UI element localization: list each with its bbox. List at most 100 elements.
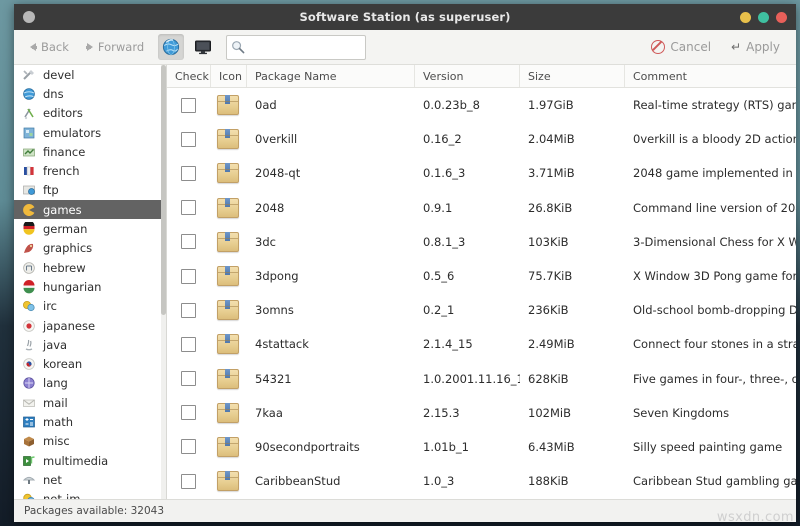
table-row[interactable]: 7kaa 2.15.3 102MiB Seven Kingdoms bbox=[167, 396, 796, 430]
window-menu-icon[interactable] bbox=[23, 11, 35, 23]
package-comment-cell: X Window 3D Pong game for 1 or 2 p bbox=[633, 269, 796, 284]
table-row[interactable]: 3omns 0.2_1 236KiB Old-school bomb-dropping… bbox=[167, 293, 796, 327]
table-row[interactable]: 3dpong 0.5_6 75.7KiB X Window 3D Pong game … bbox=[167, 259, 796, 293]
emulator-icon bbox=[22, 126, 36, 140]
sidebar-item-mail[interactable]: mail bbox=[14, 393, 166, 412]
checkbox[interactable] bbox=[181, 405, 196, 421]
table-row[interactable]: 3dc 0.8.1_3 103KiB 3-Dimensional Chess for … bbox=[167, 225, 796, 259]
column-header-package-name[interactable]: Package Name bbox=[247, 65, 415, 87]
sidebar-item-finance[interactable]: finance bbox=[14, 142, 166, 161]
editor-icon bbox=[22, 106, 36, 120]
sidebar-scrollbar-track[interactable] bbox=[161, 65, 166, 499]
column-header-icon[interactable]: Icon bbox=[211, 65, 247, 87]
sidebar-item-lang[interactable]: lang bbox=[14, 374, 166, 393]
sidebar-item-dns[interactable]: dns bbox=[14, 84, 166, 103]
sidebar-scrollbar-thumb[interactable] bbox=[161, 65, 166, 315]
checkbox[interactable] bbox=[181, 234, 196, 250]
table-row[interactable]: CaribbeanStud 1.0_3 188KiB Caribbean Stud g… bbox=[167, 464, 796, 498]
search-input[interactable] bbox=[245, 39, 362, 55]
checkbox[interactable] bbox=[181, 302, 196, 318]
table-row[interactable]: 0ad 0.0.23b_8 1.97GiB Real-time strategy (R… bbox=[167, 88, 796, 122]
row-checkbox-cell[interactable] bbox=[167, 293, 211, 327]
sidebar-item-devel[interactable]: devel bbox=[14, 65, 166, 84]
row-checkbox-cell[interactable] bbox=[167, 156, 211, 190]
row-checkbox-cell[interactable] bbox=[167, 88, 211, 122]
flag-japan-icon bbox=[22, 319, 36, 333]
irc-icon bbox=[23, 301, 35, 312]
checkbox[interactable] bbox=[181, 200, 196, 216]
multimedia-icon bbox=[22, 454, 36, 468]
checkbox[interactable] bbox=[181, 268, 196, 284]
net-icon bbox=[22, 476, 36, 484]
checkbox[interactable] bbox=[181, 336, 196, 352]
package-box-icon bbox=[217, 266, 239, 287]
sidebar-item-irc[interactable]: irc bbox=[14, 297, 166, 316]
checkbox[interactable] bbox=[181, 439, 196, 455]
sidebar-item-java[interactable]: java bbox=[14, 335, 166, 354]
minimize-button[interactable] bbox=[740, 11, 751, 23]
checkbox[interactable] bbox=[181, 371, 196, 387]
maximize-button[interactable] bbox=[758, 11, 769, 23]
sidebar-item-hungarian[interactable]: hungarian bbox=[14, 277, 166, 296]
monitor-button[interactable] bbox=[190, 34, 216, 60]
checkbox[interactable] bbox=[181, 131, 196, 147]
sidebar-item-korean[interactable]: korean bbox=[14, 354, 166, 373]
sidebar-item-german[interactable]: german bbox=[14, 219, 166, 238]
sidebar-item-multimedia[interactable]: multimedia bbox=[14, 451, 166, 470]
sidebar-item-hebrew[interactable]: hebrew bbox=[14, 258, 166, 277]
sidebar-item-french[interactable]: french bbox=[14, 161, 166, 180]
row-checkbox-cell[interactable] bbox=[167, 225, 211, 259]
row-checkbox-cell[interactable] bbox=[167, 430, 211, 464]
row-checkbox-cell[interactable] bbox=[167, 396, 211, 430]
sidebar-item-label: graphics bbox=[43, 241, 93, 256]
globe-icon bbox=[23, 88, 35, 100]
globe-button[interactable] bbox=[158, 34, 185, 60]
flag-germany-icon bbox=[22, 220, 36, 236]
forward-button[interactable]: Forward bbox=[79, 37, 152, 57]
sidebar-item-misc[interactable]: misc bbox=[14, 432, 166, 451]
checkbox[interactable] bbox=[181, 165, 196, 181]
column-header-size[interactable]: Size bbox=[520, 65, 625, 87]
sidebar-item-math[interactable]: math bbox=[14, 412, 166, 431]
category-sidebar[interactable]: devel dns editors emulators finance french ftp… bbox=[14, 65, 167, 499]
row-checkbox-cell[interactable] bbox=[167, 259, 211, 293]
mail-icon bbox=[23, 399, 35, 407]
sidebar-item-ftp[interactable]: ftp bbox=[14, 181, 166, 200]
close-button[interactable] bbox=[776, 11, 787, 23]
package-comment-cell: Command line version of 2048 bbox=[633, 200, 796, 215]
table-row[interactable]: 4stattack 2.1.4_15 2.49MiB Connect four sto… bbox=[167, 327, 796, 361]
checkbox[interactable] bbox=[181, 473, 196, 489]
sidebar-item-label: math bbox=[43, 414, 74, 429]
sidebar-item-label: mail bbox=[43, 395, 68, 410]
package-comment-cell: 2048 game implemented in QT bbox=[633, 166, 796, 181]
table-header-row: Check Icon Package Name Version Size Com… bbox=[167, 65, 796, 88]
sidebar-item-editors[interactable]: editors bbox=[14, 104, 166, 123]
sidebar-item-net[interactable]: net bbox=[14, 470, 166, 489]
search-box[interactable] bbox=[226, 34, 367, 60]
row-checkbox-cell[interactable] bbox=[167, 327, 211, 361]
row-checkbox-cell[interactable] bbox=[167, 464, 211, 498]
sidebar-item-label: german bbox=[43, 222, 88, 237]
table-row[interactable]: 2048-qt 0.1.6_3 3.71MiB 2048 game implement… bbox=[167, 156, 796, 190]
checkbox[interactable] bbox=[181, 97, 196, 113]
cancel-button[interactable]: Cancel bbox=[643, 37, 719, 57]
table-row[interactable]: 54321 1.0.2001.11.16_15 628KiB Five games i… bbox=[167, 362, 796, 396]
sidebar-item-graphics[interactable]: graphics bbox=[14, 239, 166, 258]
sidebar-item-games[interactable]: games bbox=[14, 200, 166, 220]
apply-button[interactable]: ↵ Apply bbox=[723, 37, 788, 57]
table-row[interactable]: 90secondportraits 1.01b_1 6.43MiB Silly spe… bbox=[167, 430, 796, 464]
column-header-check[interactable]: Check bbox=[167, 65, 211, 87]
row-checkbox-cell[interactable] bbox=[167, 191, 211, 225]
sidebar-item-net-im[interactable]: net-im bbox=[14, 490, 166, 499]
column-header-comment[interactable]: Comment bbox=[625, 65, 796, 87]
sidebar-item-emulators[interactable]: emulators bbox=[14, 123, 166, 142]
column-header-version[interactable]: Version bbox=[415, 65, 520, 87]
table-row[interactable]: 0verkill 0.16_2 2.04MiB 0verkill is a blood… bbox=[167, 122, 796, 156]
back-button[interactable]: Back bbox=[22, 37, 77, 57]
row-checkbox-cell[interactable] bbox=[167, 122, 211, 156]
sidebar-item-japanese[interactable]: japanese bbox=[14, 316, 166, 335]
title-bar[interactable]: Software Station (as superuser) bbox=[14, 4, 796, 30]
row-checkbox-cell[interactable] bbox=[167, 362, 211, 396]
table-row[interactable]: 2048 0.9.1 26.8KiB Command line version of … bbox=[167, 191, 796, 225]
package-comment-cell: Silly speed painting game bbox=[633, 439, 783, 454]
